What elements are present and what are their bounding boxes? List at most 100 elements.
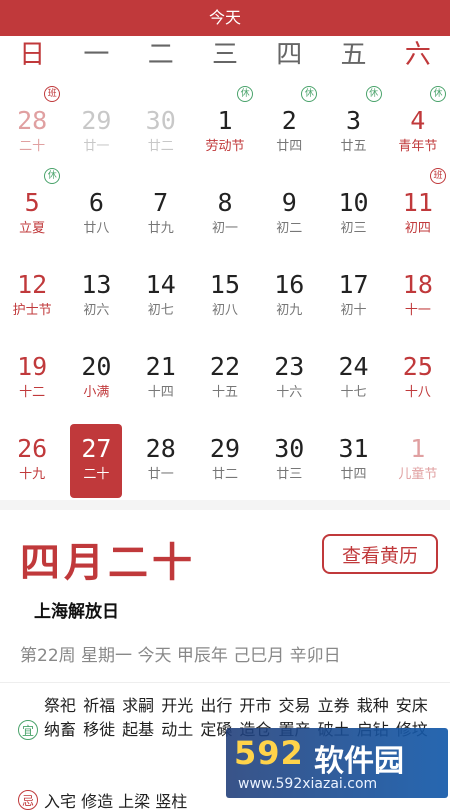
- lunar-date-title: 四月二十: [20, 539, 196, 586]
- day-number: 20: [81, 352, 112, 381]
- day-number: 29: [209, 434, 241, 463]
- day-sublabel: 儿童节: [398, 467, 438, 482]
- day-number: 28: [145, 434, 176, 463]
- detail-divider: [0, 682, 450, 683]
- day-cell[interactable]: 23 十六: [257, 326, 321, 408]
- day-number: 31: [338, 434, 369, 463]
- day-cell[interactable]: 15 初八: [193, 244, 257, 326]
- day-sublabel: 劳动节: [205, 139, 245, 154]
- day-sublabel: 廿四: [276, 139, 303, 154]
- day-sublabel: 初二: [276, 221, 303, 236]
- day-cell[interactable]: 17 初十: [321, 244, 385, 326]
- weekday-row: 日 一 二 三 四 五 六: [0, 38, 450, 72]
- day-cell[interactable]: 30 廿三: [257, 408, 321, 490]
- day-sublabel: 十六: [276, 385, 303, 400]
- day-cell[interactable]: 休 3 廿五: [321, 80, 385, 162]
- day-cell[interactable]: 9 初二: [257, 162, 321, 244]
- day-sublabel: 初八: [211, 303, 238, 318]
- watermark-name: 软件园: [314, 744, 404, 779]
- day-cell[interactable]: 6 廿八: [64, 162, 128, 244]
- day-cell[interactable]: 休 2 廿四: [257, 80, 321, 162]
- day-cell[interactable]: 13 初六: [64, 244, 128, 326]
- day-cell[interactable]: 1 儿童节: [386, 408, 450, 490]
- day-sublabel: 十五: [211, 385, 238, 400]
- day-sublabel: 初四: [404, 221, 431, 236]
- day-number: 8: [217, 188, 233, 217]
- day-sublabel: 廿二: [211, 467, 238, 482]
- day-sublabel: 廿三: [276, 467, 303, 482]
- day-cell[interactable]: 30 廿二: [129, 80, 193, 162]
- ji-icon: 忌: [18, 790, 38, 810]
- day-sublabel: 立夏: [19, 221, 46, 236]
- calendar-week-row: 19 十二 20 小满 21 十四 22 十五 23 十六 24 十七 25 十八: [0, 326, 450, 408]
- day-sublabel: 初七: [147, 303, 174, 318]
- calendar-week-row: 班 28 二十 29 廿一 30 廿二 休 1 劳动节休 2 廿四休 3 廿五休 4 青年节: [0, 80, 450, 162]
- weekday-wed: 三: [211, 40, 238, 70]
- day-sublabel: 十七: [340, 385, 367, 400]
- view-almanac-button[interactable]: 查看黄历: [322, 534, 438, 574]
- day-number: 15: [209, 270, 241, 299]
- day-sublabel: 护士节: [12, 303, 52, 318]
- day-cell[interactable]: 14 初七: [129, 244, 193, 326]
- day-sublabel: 十四: [147, 385, 174, 400]
- day-sublabel: 廿一: [83, 139, 110, 154]
- watermark-url: www.592xiazai.com: [238, 776, 378, 792]
- day-cell[interactable]: 休 4 青年节: [386, 80, 450, 162]
- day-number: 26: [17, 434, 48, 463]
- day-cell[interactable]: 28 廿一: [129, 408, 193, 490]
- day-number: 9: [281, 188, 297, 217]
- day-number: 24: [338, 352, 369, 381]
- day-number: 7: [153, 188, 169, 217]
- day-sublabel: 十九: [19, 467, 46, 482]
- day-cell[interactable]: 31 廿四: [321, 408, 385, 490]
- day-sublabel: 廿一: [147, 467, 174, 482]
- day-cell[interactable]: 20 小满: [64, 326, 128, 408]
- day-number: 13: [81, 270, 112, 299]
- weekday-mon: 一: [83, 40, 110, 70]
- day-cell[interactable]: 休 1 劳动节: [193, 80, 257, 162]
- day-cell[interactable]: 12 护士节: [0, 244, 64, 326]
- day-number: 12: [17, 270, 48, 299]
- day-sublabel: 十八: [404, 385, 431, 400]
- day-sublabel: 初九: [276, 303, 303, 318]
- day-cell[interactable]: 休 5 立夏: [0, 162, 64, 244]
- day-cell[interactable]: 8 初一: [193, 162, 257, 244]
- day-number: 18: [402, 270, 433, 299]
- calendar-week-row: 休 5 立夏 6 廿八 7 廿九 8 初一 9 初二 10 初三 班 11 初四: [0, 162, 450, 244]
- day-cell[interactable]: 29 廿二: [193, 408, 257, 490]
- day-cell[interactable]: 19 十二: [0, 326, 64, 408]
- day-cell[interactable]: 班 11 初四: [386, 162, 450, 244]
- day-cell[interactable]: 10 初三: [321, 162, 385, 244]
- festival-label: 上海解放日: [34, 602, 119, 622]
- day-sublabel: 青年节: [398, 139, 438, 154]
- day-sublabel: 初三: [340, 221, 367, 236]
- day-number: 16: [274, 270, 305, 299]
- today-header[interactable]: 今天: [0, 0, 450, 36]
- day-number: 19: [17, 352, 48, 381]
- day-cell[interactable]: 16 初九: [257, 244, 321, 326]
- calendar-week-row: 12 护士节 13 初六 14 初七 15 初八 16 初九 17 初十 18 十一: [0, 244, 450, 326]
- day-sublabel: 廿四: [340, 467, 367, 482]
- day-cell[interactable]: 24 十七: [321, 326, 385, 408]
- weekday-thu: 四: [276, 40, 303, 70]
- day-cell[interactable]: 21 十四: [129, 326, 193, 408]
- day-sublabel: 初十: [340, 303, 367, 318]
- watermark-badge: 592 软件园 www.592xiazai.com: [226, 728, 448, 798]
- day-number: 30: [274, 434, 305, 463]
- day-cell[interactable]: 26 十九: [0, 408, 64, 490]
- weekday-fri: 五: [340, 40, 367, 70]
- day-number: 1: [410, 434, 426, 463]
- date-info-line: 第22周 星期一 今天 甲辰年 己巳月 辛卯日: [20, 646, 341, 666]
- weekday-sun: 日: [19, 40, 46, 70]
- day-sublabel: 十二: [19, 385, 46, 400]
- day-cell[interactable]: 18 十一: [386, 244, 450, 326]
- day-cell[interactable]: 22 十五: [193, 326, 257, 408]
- day-sublabel: 二十: [19, 139, 46, 154]
- day-cell[interactable]: 班 28 二十: [0, 80, 64, 162]
- day-cell[interactable]: 25 十八: [386, 326, 450, 408]
- day-cell[interactable]: 7 廿九: [129, 162, 193, 244]
- day-sublabel: 小满: [83, 385, 110, 400]
- day-cell[interactable]: 29 廿一: [64, 80, 128, 162]
- day-cell[interactable]: 27 二十: [64, 408, 128, 498]
- day-number: 21: [145, 352, 176, 381]
